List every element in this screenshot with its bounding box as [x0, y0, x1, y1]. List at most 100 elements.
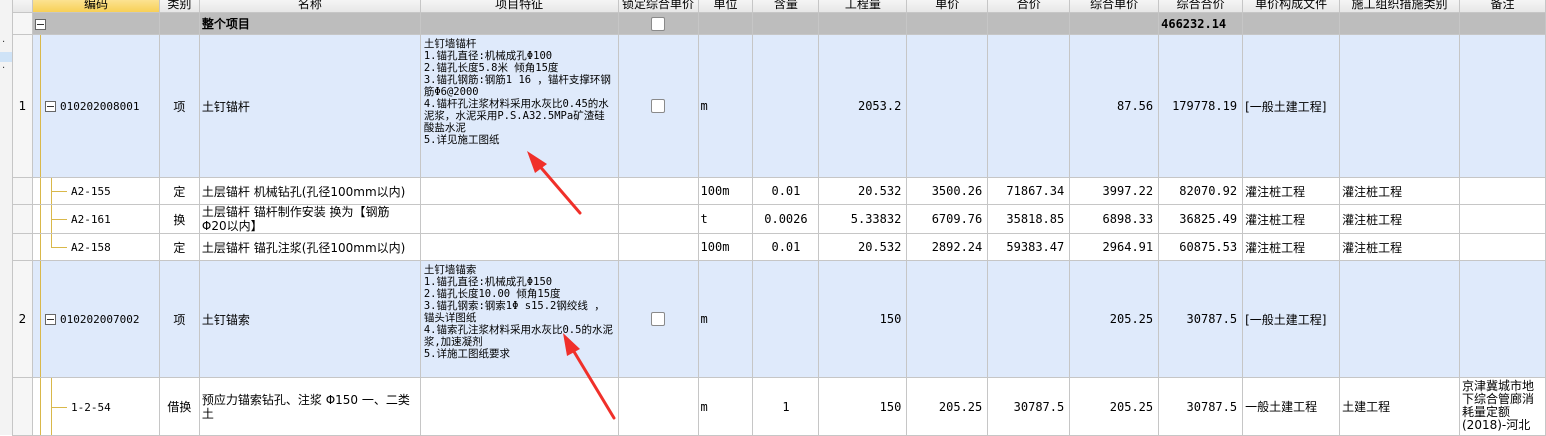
quota-note[interactable]	[1459, 177, 1546, 205]
quota-name[interactable]: 预应力锚索钻孔、注浆 Φ150 一、二类土	[198, 377, 421, 436]
item-code-cell[interactable]: 010202008001	[31, 34, 160, 178]
header-total-amount[interactable]: 综合合价	[1158, 0, 1244, 13]
lock-checkbox[interactable]	[651, 312, 666, 327]
item-quantity[interactable]: 150	[818, 260, 908, 378]
quota-total-amount: 30787.5	[1158, 377, 1244, 436]
tree-line	[39, 378, 41, 435]
item-amount	[987, 260, 1071, 378]
row-index: 2	[12, 260, 33, 378]
quota-content[interactable]: 0.01	[752, 177, 820, 205]
item-price-file[interactable]: [一般土建工程]	[1242, 34, 1341, 178]
header-features[interactable]: 项目特征	[419, 0, 619, 13]
tree-line	[50, 406, 67, 408]
item-code: 010202007002	[59, 313, 140, 326]
quota-category[interactable]: 灌注桩工程	[1339, 204, 1460, 234]
quota-content[interactable]: 0.0026	[752, 204, 820, 234]
quota-note[interactable]	[1459, 233, 1546, 261]
quota-quantity[interactable]: 20.532	[818, 177, 908, 205]
total-lock-checkbox-cell[interactable]	[617, 12, 699, 35]
quota-content[interactable]: 1	[752, 377, 820, 436]
quota-code-cell[interactable]: A2-155	[31, 177, 160, 205]
lock-checkbox-cell[interactable]	[617, 34, 699, 178]
row-index	[12, 177, 33, 205]
item-code-cell[interactable]: 010202007002	[31, 260, 160, 378]
quota-name[interactable]: 土层锚杆 机械钻孔(孔径100mm以内)	[198, 177, 421, 205]
item-note[interactable]	[1459, 34, 1546, 178]
quota-code-cell[interactable]: A2-161	[31, 204, 160, 234]
quota-amount: 71867.34	[987, 177, 1071, 205]
quota-note[interactable]: 京津冀城市地下综合管廊消耗量定额(2018)-河北	[1459, 377, 1546, 436]
collapse-icon[interactable]	[44, 101, 56, 112]
quota-code-cell[interactable]: 1-2-54	[31, 377, 160, 436]
item-features[interactable]: 土钉墙锚杆 1.锚孔直径:机械成孔Φ100 2.锚孔长度5.8米 倾角15度 3…	[419, 34, 619, 178]
table-row[interactable]: 1 010202008001 项 土钉锚杆 土钉墙锚杆 1.锚孔直径:机械成孔Φ…	[12, 34, 1546, 178]
total-amount: 466232.14	[1158, 12, 1244, 35]
collapse-icon[interactable]	[34, 18, 46, 30]
table-row[interactable]: 1-2-54 借换 预应力锚索钻孔、注浆 Φ150 一、二类土 m 1 150 …	[12, 377, 1546, 436]
quota-content[interactable]: 0.01	[752, 233, 820, 261]
item-category[interactable]	[1339, 260, 1460, 378]
quota-quantity[interactable]: 150	[818, 377, 908, 436]
total-code[interactable]	[31, 12, 160, 35]
quota-unit-total-price: 2964.91	[1069, 233, 1160, 261]
header-content[interactable]: 含量	[752, 0, 820, 13]
quota-amount: 30787.5	[987, 377, 1071, 436]
feature-line: 2.锚孔长度10.00 倾角15度	[423, 288, 561, 300]
quota-name[interactable]: 土层锚杆 锚杆制作安装 换为【钢筋 Φ20以内】	[198, 204, 421, 234]
header-quantity[interactable]: 工程量	[818, 0, 908, 13]
item-price-file[interactable]: [一般土建工程]	[1242, 260, 1341, 378]
quota-category[interactable]: 灌注桩工程	[1339, 233, 1460, 261]
quota-price-file[interactable]: 灌注桩工程	[1242, 233, 1341, 261]
header-name[interactable]: 名称	[198, 0, 421, 13]
tree-line	[50, 234, 52, 247]
feature-line: 5.详施工图纸要求	[423, 348, 510, 360]
quota-total-amount: 36825.49	[1158, 204, 1244, 234]
item-category[interactable]	[1339, 34, 1460, 178]
quota-category[interactable]: 灌注桩工程	[1339, 177, 1460, 205]
table-row[interactable]: A2-155 定 土层锚杆 机械钻孔(孔径100mm以内) 100m 0.01 …	[12, 177, 1546, 205]
quota-name[interactable]: 土层锚杆 锚孔注浆(孔径100mm以内)	[198, 233, 421, 261]
header-amount[interactable]: 合价	[987, 0, 1071, 13]
header-measure-category[interactable]: 施工组织措施类别	[1339, 0, 1460, 13]
bill-grid[interactable]: 编码 类别 名称 项目特征 锁定综合单价 单位 含量 工程量 单价 合价 综合单…	[12, 0, 1546, 436]
header-type[interactable]: 类别	[158, 0, 200, 13]
collapse-icon[interactable]	[44, 314, 56, 325]
item-total-amount: 179778.19	[1158, 34, 1244, 178]
quota-note[interactable]	[1459, 204, 1546, 234]
quota-price-file[interactable]: 灌注桩工程	[1242, 204, 1341, 234]
item-features[interactable]: 土钉墙锚索 1.锚孔直径:机械成孔Φ150 2.锚孔长度10.00 倾角15度 …	[419, 260, 619, 378]
quota-amount: 59383.47	[987, 233, 1071, 261]
quota-type: 换	[158, 204, 200, 234]
quota-code-cell[interactable]: A2-158	[31, 233, 160, 261]
quota-code: A2-155	[70, 185, 111, 198]
header-note[interactable]: 备注	[1459, 0, 1546, 13]
quota-price-file[interactable]: 灌注桩工程	[1242, 177, 1341, 205]
item-name[interactable]: 土钉锚杆	[198, 34, 421, 178]
table-row[interactable]: A2-158 定 土层锚杆 锚孔注浆(孔径100mm以内) 100m 0.01 …	[12, 233, 1546, 261]
quota-quantity[interactable]: 20.532	[818, 233, 908, 261]
header-price[interactable]: 单价	[906, 0, 989, 13]
item-code: 010202008001	[59, 100, 140, 113]
item-name[interactable]: 土钉锚索	[198, 260, 421, 378]
header-lock-price[interactable]: 锁定综合单价	[617, 0, 699, 13]
total-row[interactable]: 整个项目 466232.14	[12, 12, 1546, 35]
quota-unit: m	[697, 377, 754, 436]
quota-price-file[interactable]: 一般土建工程	[1242, 377, 1341, 436]
header-unit-total-price[interactable]: 综合单价	[1069, 0, 1160, 13]
tree-line	[39, 178, 41, 204]
quota-category[interactable]: 土建工程	[1339, 377, 1460, 436]
lock-checkbox-cell[interactable]	[617, 260, 699, 378]
quota-quantity[interactable]: 5.33832	[818, 204, 908, 234]
header-price-file[interactable]: 单价构成文件	[1242, 0, 1341, 13]
left-strip-selection	[0, 52, 12, 62]
table-row[interactable]: A2-161 换 土层锚杆 锚杆制作安装 换为【钢筋 Φ20以内】 t 0.00…	[12, 204, 1546, 234]
header-unit[interactable]: 单位	[697, 0, 754, 13]
item-note[interactable]	[1459, 260, 1546, 378]
item-content	[752, 34, 820, 178]
lock-checkbox[interactable]	[651, 16, 666, 31]
lock-checkbox[interactable]	[651, 99, 666, 114]
header-code[interactable]: 编码	[31, 0, 160, 13]
item-quantity[interactable]: 2053.2	[818, 34, 908, 178]
quota-unit-total-price: 205.25	[1069, 377, 1160, 436]
table-row[interactable]: 2 010202007002 项 土钉锚索 土钉墙锚索 1.锚孔直径:机械成孔Φ…	[12, 260, 1546, 378]
